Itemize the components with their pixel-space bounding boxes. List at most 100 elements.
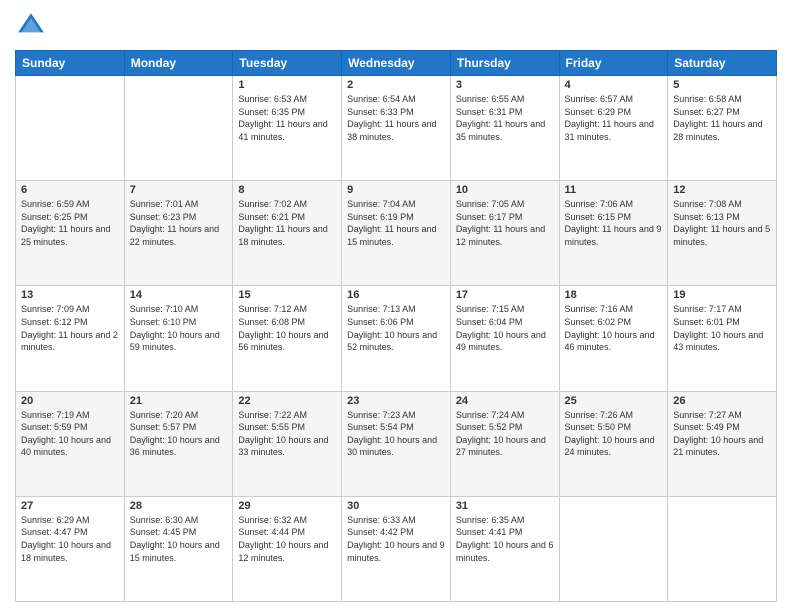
day-number: 31 xyxy=(456,500,554,512)
calendar-cell: 28 Sunrise: 6:30 AM Sunset: 4:45 PM Dayli… xyxy=(124,496,233,601)
cell-content: Sunrise: 7:05 AM Sunset: 6:17 PM Dayligh… xyxy=(456,198,554,248)
cell-content: Sunrise: 7:24 AM Sunset: 5:52 PM Dayligh… xyxy=(456,409,554,459)
calendar-cell: 11Sunrise: 7:06 AM Sunset: 6:15 PM Dayli… xyxy=(559,181,668,286)
calendar-cell: 21 Sunrise: 7:20 AM Sunset: 5:57 PM Dayli… xyxy=(124,391,233,496)
cell-content: Sunrise: 7:12 AM Sunset: 6:08 PM Dayligh… xyxy=(238,303,336,353)
cell-content: Sunrise: 7:17 AM Sunset: 6:01 PM Dayligh… xyxy=(673,303,771,353)
cell-content: Sunrise: 7:13 AM Sunset: 6:06 PM Dayligh… xyxy=(347,303,445,353)
calendar-header-row: SundayMondayTuesdayWednesdayThursdayFrid… xyxy=(16,51,777,76)
calendar-cell xyxy=(16,76,125,181)
day-number: 21 xyxy=(130,395,228,407)
calendar-cell: 15 Sunrise: 7:12 AM Sunset: 6:08 PM Dayli… xyxy=(233,286,342,391)
day-number: 23 xyxy=(347,395,445,407)
cell-content: Sunrise: 6:29 AM Sunset: 4:47 PM Dayligh… xyxy=(21,514,119,564)
calendar-week-row: 13Sunrise: 7:09 AM Sunset: 6:12 PM Dayli… xyxy=(16,286,777,391)
day-number: 17 xyxy=(456,289,554,301)
day-number: 5 xyxy=(673,79,771,91)
cell-content: Sunrise: 6:35 AM Sunset: 4:41 PM Dayligh… xyxy=(456,514,554,564)
logo xyxy=(15,10,51,42)
calendar-cell: 30 Sunrise: 6:33 AM Sunset: 4:42 PM Dayli… xyxy=(342,496,451,601)
weekday-header: Sunday xyxy=(16,51,125,76)
calendar-week-row: 1 Sunrise: 6:53 AM Sunset: 6:35 PM Daylig… xyxy=(16,76,777,181)
calendar-cell: 18 Sunrise: 7:16 AM Sunset: 6:02 PM Dayli… xyxy=(559,286,668,391)
calendar-cell: 23Sunrise: 7:23 AM Sunset: 5:54 PM Dayli… xyxy=(342,391,451,496)
day-number: 19 xyxy=(673,289,771,301)
calendar-table: SundayMondayTuesdayWednesdayThursdayFrid… xyxy=(15,50,777,602)
calendar-week-row: 6 Sunrise: 6:59 AM Sunset: 6:25 PM Daylig… xyxy=(16,181,777,286)
cell-content: Sunrise: 7:22 AM Sunset: 5:55 PM Dayligh… xyxy=(238,409,336,459)
calendar-cell: 3 Sunrise: 6:55 AM Sunset: 6:31 PM Daylig… xyxy=(450,76,559,181)
day-number: 25 xyxy=(565,395,663,407)
calendar-cell: 6 Sunrise: 6:59 AM Sunset: 6:25 PM Daylig… xyxy=(16,181,125,286)
cell-content: Sunrise: 6:33 AM Sunset: 4:42 PM Dayligh… xyxy=(347,514,445,564)
cell-content: Sunrise: 7:01 AM Sunset: 6:23 PM Dayligh… xyxy=(130,198,228,248)
cell-content: Sunrise: 6:58 AM Sunset: 6:27 PM Dayligh… xyxy=(673,93,771,143)
calendar-cell: 19 Sunrise: 7:17 AM Sunset: 6:01 PM Dayli… xyxy=(668,286,777,391)
day-number: 22 xyxy=(238,395,336,407)
day-number: 15 xyxy=(238,289,336,301)
calendar-cell: 24Sunrise: 7:24 AM Sunset: 5:52 PM Dayli… xyxy=(450,391,559,496)
calendar-cell: 2Sunrise: 6:54 AM Sunset: 6:33 PM Daylig… xyxy=(342,76,451,181)
calendar-cell: 16 Sunrise: 7:13 AM Sunset: 6:06 PM Dayli… xyxy=(342,286,451,391)
day-number: 29 xyxy=(238,500,336,512)
cell-content: Sunrise: 6:59 AM Sunset: 6:25 PM Dayligh… xyxy=(21,198,119,248)
cell-content: Sunrise: 7:27 AM Sunset: 5:49 PM Dayligh… xyxy=(673,409,771,459)
weekday-header: Thursday xyxy=(450,51,559,76)
weekday-header: Saturday xyxy=(668,51,777,76)
cell-content: Sunrise: 6:55 AM Sunset: 6:31 PM Dayligh… xyxy=(456,93,554,143)
day-number: 1 xyxy=(238,79,336,91)
day-number: 14 xyxy=(130,289,228,301)
cell-content: Sunrise: 7:20 AM Sunset: 5:57 PM Dayligh… xyxy=(130,409,228,459)
calendar-cell: 17 Sunrise: 7:15 AM Sunset: 6:04 PM Dayli… xyxy=(450,286,559,391)
calendar-cell: 25 Sunrise: 7:26 AM Sunset: 5:50 PM Dayli… xyxy=(559,391,668,496)
calendar-cell: 29Sunrise: 6:32 AM Sunset: 4:44 PM Dayli… xyxy=(233,496,342,601)
day-number: 13 xyxy=(21,289,119,301)
day-number: 16 xyxy=(347,289,445,301)
day-number: 6 xyxy=(21,184,119,196)
day-number: 30 xyxy=(347,500,445,512)
page: SundayMondayTuesdayWednesdayThursdayFrid… xyxy=(0,0,792,612)
day-number: 18 xyxy=(565,289,663,301)
cell-content: Sunrise: 6:57 AM Sunset: 6:29 PM Dayligh… xyxy=(565,93,663,143)
weekday-header: Friday xyxy=(559,51,668,76)
header xyxy=(15,10,777,42)
calendar-cell: 31 Sunrise: 6:35 AM Sunset: 4:41 PM Dayli… xyxy=(450,496,559,601)
cell-content: Sunrise: 7:26 AM Sunset: 5:50 PM Dayligh… xyxy=(565,409,663,459)
calendar-cell xyxy=(124,76,233,181)
calendar-cell xyxy=(668,496,777,601)
cell-content: Sunrise: 7:08 AM Sunset: 6:13 PM Dayligh… xyxy=(673,198,771,248)
logo-icon xyxy=(15,10,47,42)
day-number: 28 xyxy=(130,500,228,512)
calendar-cell: 8Sunrise: 7:02 AM Sunset: 6:21 PM Daylig… xyxy=(233,181,342,286)
day-number: 3 xyxy=(456,79,554,91)
day-number: 11 xyxy=(565,184,663,196)
calendar-cell: 14 Sunrise: 7:10 AM Sunset: 6:10 PM Dayli… xyxy=(124,286,233,391)
calendar-cell: 13Sunrise: 7:09 AM Sunset: 6:12 PM Dayli… xyxy=(16,286,125,391)
day-number: 2 xyxy=(347,79,445,91)
cell-content: Sunrise: 6:53 AM Sunset: 6:35 PM Dayligh… xyxy=(238,93,336,143)
calendar-cell: 9 Sunrise: 7:04 AM Sunset: 6:19 PM Daylig… xyxy=(342,181,451,286)
cell-content: Sunrise: 7:04 AM Sunset: 6:19 PM Dayligh… xyxy=(347,198,445,248)
day-number: 9 xyxy=(347,184,445,196)
day-number: 20 xyxy=(21,395,119,407)
weekday-header: Tuesday xyxy=(233,51,342,76)
calendar-week-row: 20 Sunrise: 7:19 AM Sunset: 5:59 PM Dayli… xyxy=(16,391,777,496)
cell-content: Sunrise: 7:16 AM Sunset: 6:02 PM Dayligh… xyxy=(565,303,663,353)
day-number: 27 xyxy=(21,500,119,512)
calendar-cell: 12Sunrise: 7:08 AM Sunset: 6:13 PM Dayli… xyxy=(668,181,777,286)
cell-content: Sunrise: 7:15 AM Sunset: 6:04 PM Dayligh… xyxy=(456,303,554,353)
calendar-week-row: 27 Sunrise: 6:29 AM Sunset: 4:47 PM Dayli… xyxy=(16,496,777,601)
cell-content: Sunrise: 7:10 AM Sunset: 6:10 PM Dayligh… xyxy=(130,303,228,353)
day-number: 8 xyxy=(238,184,336,196)
weekday-header: Monday xyxy=(124,51,233,76)
calendar-cell: 4 Sunrise: 6:57 AM Sunset: 6:29 PM Daylig… xyxy=(559,76,668,181)
calendar-cell: 27 Sunrise: 6:29 AM Sunset: 4:47 PM Dayli… xyxy=(16,496,125,601)
day-number: 10 xyxy=(456,184,554,196)
cell-content: Sunrise: 7:19 AM Sunset: 5:59 PM Dayligh… xyxy=(21,409,119,459)
day-number: 4 xyxy=(565,79,663,91)
calendar-cell: 7Sunrise: 7:01 AM Sunset: 6:23 PM Daylig… xyxy=(124,181,233,286)
calendar-cell xyxy=(559,496,668,601)
weekday-header: Wednesday xyxy=(342,51,451,76)
cell-content: Sunrise: 6:30 AM Sunset: 4:45 PM Dayligh… xyxy=(130,514,228,564)
day-number: 26 xyxy=(673,395,771,407)
